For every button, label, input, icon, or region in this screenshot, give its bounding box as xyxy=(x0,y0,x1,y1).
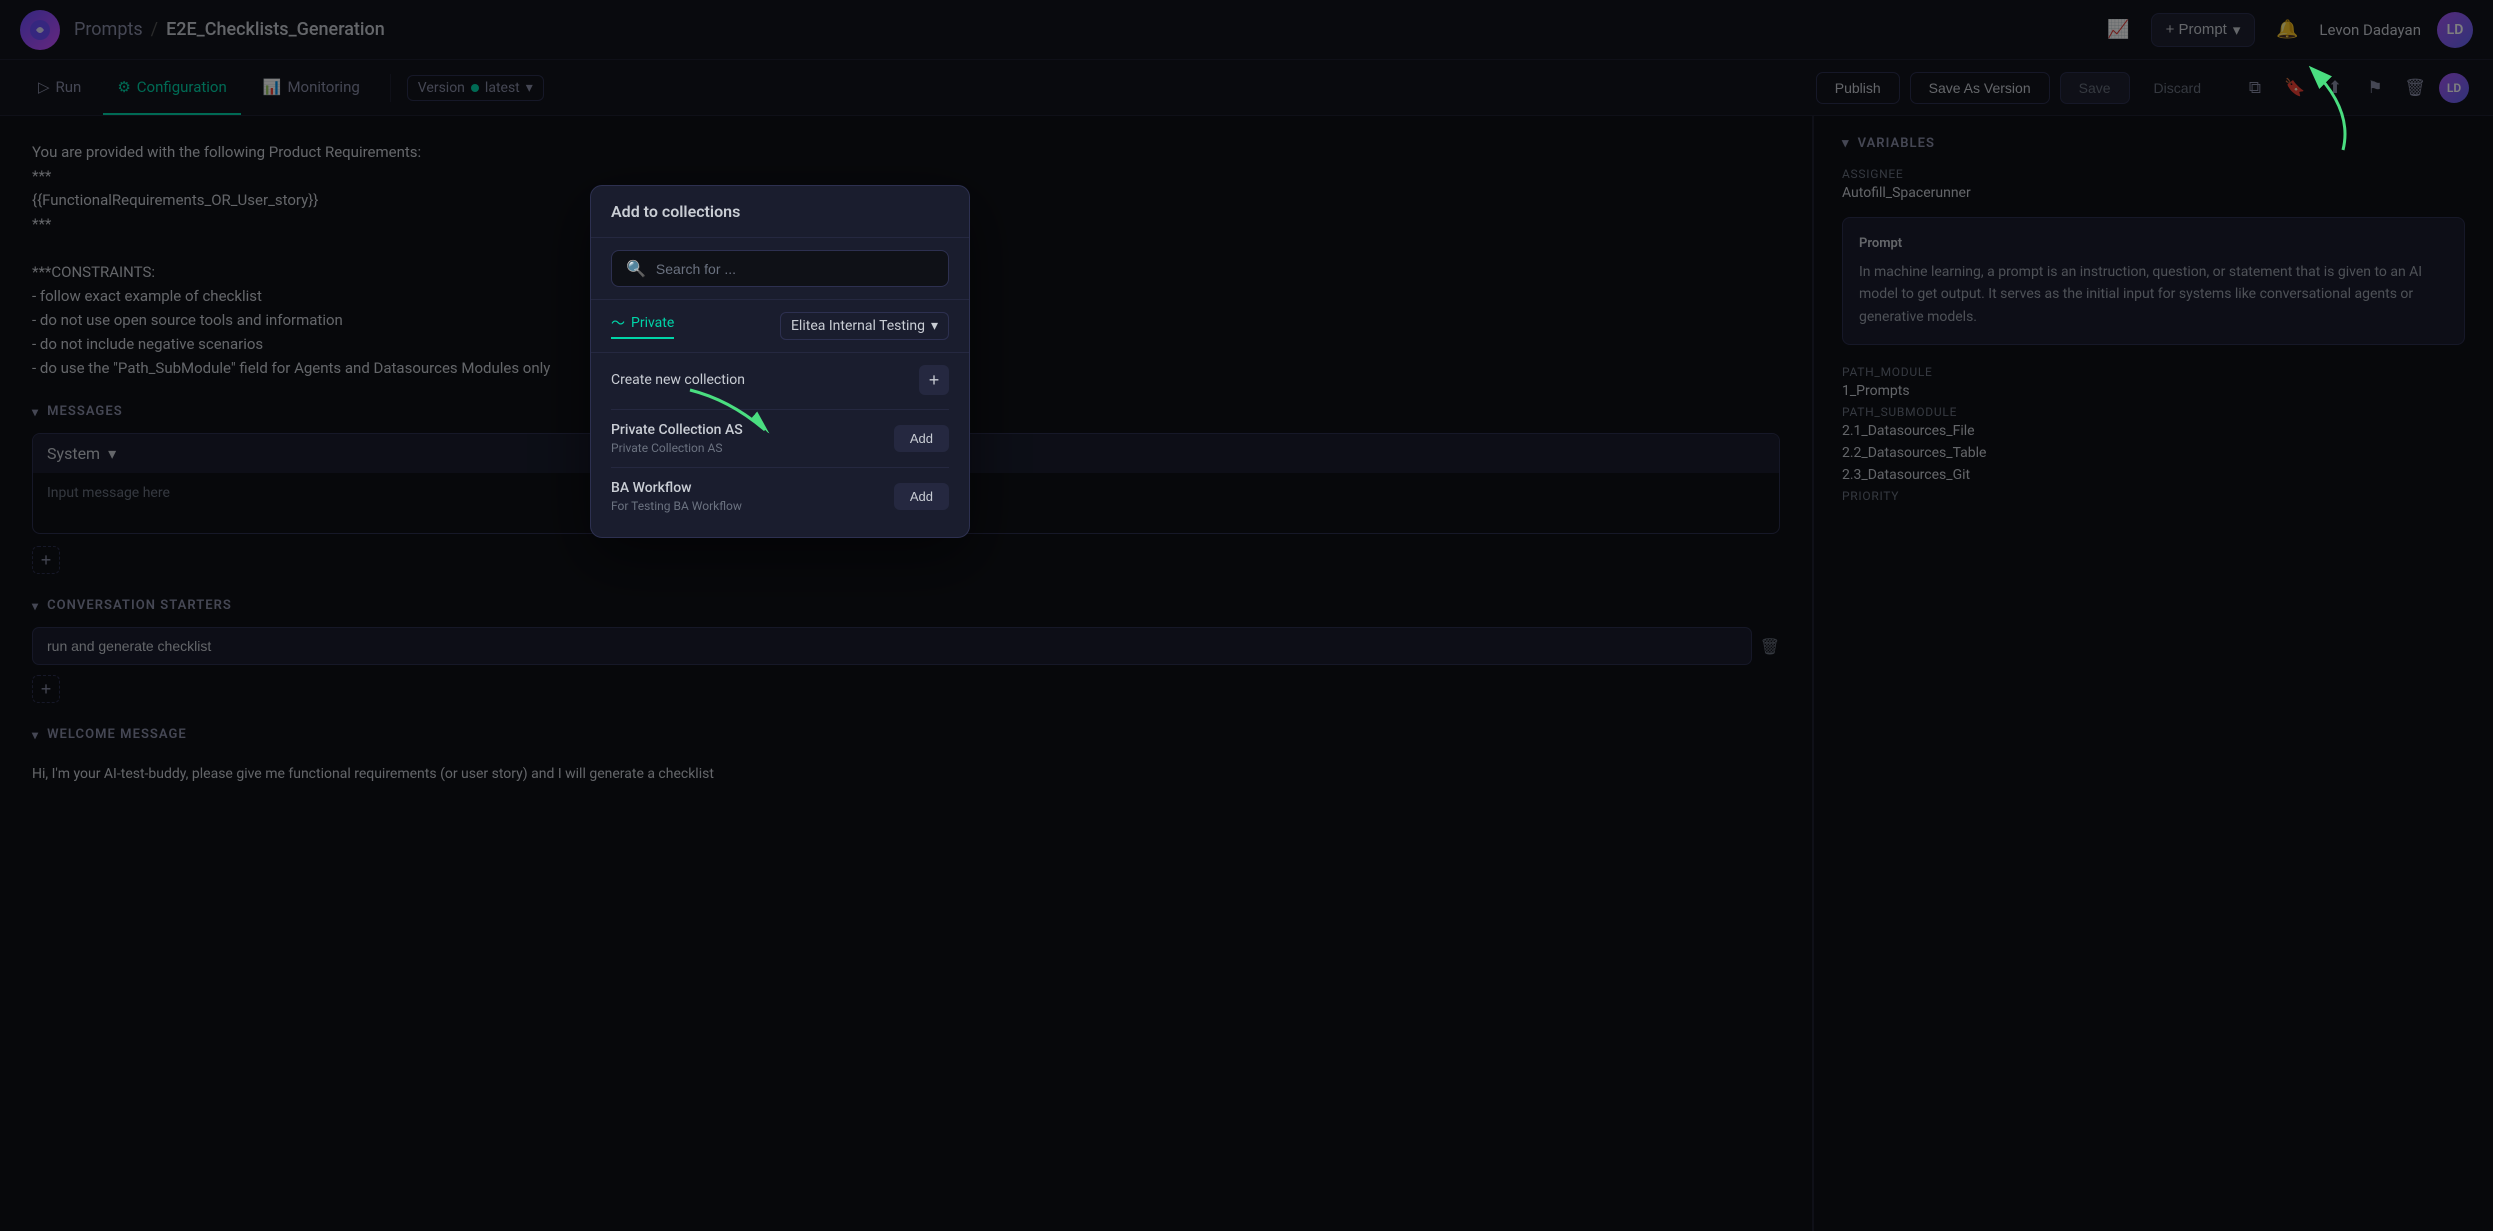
org-chevron-icon: ▾ xyxy=(931,318,938,334)
modal-title: Add to collections xyxy=(591,186,969,238)
collection-2-name: BA Workflow xyxy=(611,480,742,496)
create-collection-label: Create new collection xyxy=(611,372,745,388)
tab-private-label: Private xyxy=(631,315,674,331)
modal-search-area: 🔍 xyxy=(591,238,969,300)
private-tab-icon: 〜 xyxy=(611,313,625,333)
org-selector[interactable]: Elitea Internal Testing ▾ xyxy=(780,312,949,340)
search-input-wrapper: 🔍 xyxy=(611,250,949,287)
create-collection-row: Create new collection + xyxy=(611,365,949,395)
org-label: Elitea Internal Testing xyxy=(791,318,925,334)
create-collection-button[interactable]: + xyxy=(919,365,949,395)
collection-search-input[interactable] xyxy=(656,261,934,277)
collection-item-1: Private Collection AS Private Collection… xyxy=(611,409,949,467)
collection-2-sub: For Testing BA Workflow xyxy=(611,499,742,513)
add-collection-2-button[interactable]: Add xyxy=(894,483,949,510)
collection-1-sub: Private Collection AS xyxy=(611,441,743,455)
collection-1-name: Private Collection AS xyxy=(611,422,743,438)
collection-2-info: BA Workflow For Testing BA Workflow xyxy=(611,480,742,513)
modal-overlay[interactable] xyxy=(0,0,2493,1231)
collection-item-2: BA Workflow For Testing BA Workflow Add xyxy=(611,467,949,525)
add-to-collections-modal: Add to collections 🔍 〜 Private Elitea In… xyxy=(590,185,970,538)
tab-private[interactable]: 〜 Private xyxy=(611,313,674,339)
collection-1-info: Private Collection AS Private Collection… xyxy=(611,422,743,455)
add-collection-1-button[interactable]: Add xyxy=(894,425,949,452)
modal-tabs: 〜 Private Elitea Internal Testing ▾ xyxy=(591,300,969,353)
modal-body: Create new collection + Private Collecti… xyxy=(591,353,969,537)
search-icon: 🔍 xyxy=(626,259,646,278)
